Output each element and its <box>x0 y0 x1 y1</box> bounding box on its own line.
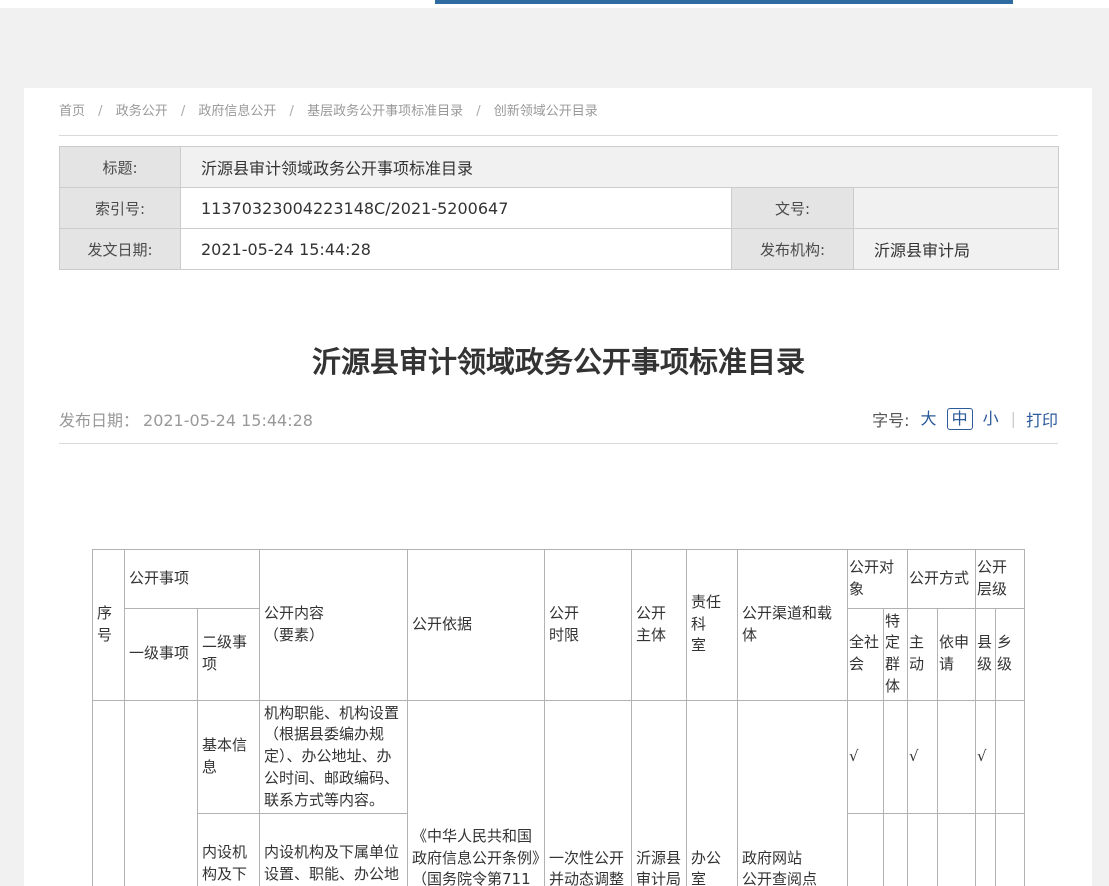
cell-check-township-level <box>996 700 1025 814</box>
header-whole-society: 全社 会 <box>847 608 883 700</box>
top-nav-bar-edge <box>435 0 1013 4</box>
meta-title-value: 沂源县审计领域政务公开事项标准目录 <box>181 147 1059 188</box>
cell-level2-matter: 基本信息 <box>197 700 259 814</box>
header-serial-number: 序 号 <box>92 549 124 700</box>
breadcrumb-divider <box>59 135 1058 136</box>
breadcrumb-item-chuangxinlingyu[interactable]: 创新领域公开目录 <box>494 104 598 119</box>
cell-public-channel: 政府网站 公开查阅点 <box>737 700 847 886</box>
header-upon-request: 依申 请 <box>938 608 976 700</box>
cell-check-proactive: √ <box>908 700 938 814</box>
breadcrumb-item-home[interactable]: 首页 <box>59 104 85 119</box>
header-specific-groups: 特定群体 <box>883 608 907 700</box>
breadcrumb-item-biaozhunmulu[interactable]: 基层政务公开事项标准目录 <box>307 104 463 119</box>
meta-row-date: 发文日期: 2021-05-24 15:44:28 发布机构: 沂源县审计局 <box>60 229 1059 270</box>
cell-level2-matter: 内设机构及下属事业单位信息 <box>197 814 259 886</box>
publish-row: 发布日期：2021-05-24 15:44:28 字号: 大 中 小 | 打印 <box>59 407 1058 431</box>
font-size-small-button[interactable]: 小 <box>983 409 999 429</box>
header-township-level: 乡 级 <box>996 608 1025 700</box>
publish-date: 发布日期：2021-05-24 15:44:28 <box>59 407 313 431</box>
meta-index-label: 索引号: <box>60 188 181 229</box>
publish-divider <box>59 443 1058 444</box>
cell-check-county-level: √ <box>976 700 996 814</box>
meta-docnum-value <box>854 188 1059 229</box>
cell-check-county-level: √ <box>976 814 996 886</box>
breadcrumb-item-xinxigongkai[interactable]: 政府信息公开 <box>198 104 276 119</box>
publish-date-label: 发布日期： <box>59 411 139 430</box>
header-public-content: 公开内容 （要素） <box>259 549 407 700</box>
header-public-channel: 公开渠道和载 体 <box>737 549 847 700</box>
content-card: 首页 / 政务公开 / 政府信息公开 / 基层政务公开事项标准目录 / 创新领域… <box>24 88 1092 886</box>
catalog-table: 序 号 公开事项 公开内容 （要素） 公开依据 公开 时限 公开 主体 责任科 … <box>92 549 1025 886</box>
header-public-method: 公开方式 <box>908 549 976 608</box>
header-public-subject: 公开 主体 <box>631 549 686 700</box>
font-size-medium-button[interactable]: 中 <box>947 408 973 430</box>
header-responsible-section: 责任科 室 <box>686 549 737 700</box>
catalog-header-row-1: 序 号 公开事项 公开内容 （要素） 公开依据 公开 时限 公开 主体 责任科 … <box>92 549 1024 608</box>
cell-check-whole-society: √ <box>847 700 883 814</box>
header-county-level: 县 级 <box>976 608 996 700</box>
catalog-data-row-1: 基本信息 机构职能、机构设置（根据县委编办规定）、办公地址、办公时间、邮政编码、… <box>92 700 1024 814</box>
meta-docnum-label: 文号: <box>732 188 854 229</box>
cell-serial-number <box>92 700 124 886</box>
cell-check-whole-society: √ <box>847 814 883 886</box>
breadcrumb-separator: / <box>181 104 185 119</box>
publish-date-value: 2021-05-24 15:44:28 <box>143 411 313 430</box>
meta-index-value: 11370323004223148C/2021-5200647 <box>181 188 732 229</box>
cell-check-upon-request <box>938 700 976 814</box>
meta-date-label: 发文日期: <box>60 229 181 270</box>
cell-public-subject: 沂源县 审计局 <box>631 700 686 886</box>
cell-check-township-level <box>996 814 1025 886</box>
breadcrumb-separator: / <box>290 104 294 119</box>
meta-row-title: 标题: 沂源县审计领域政务公开事项标准目录 <box>60 147 1059 188</box>
cell-public-basis: 《中华人民共和国政府信息公开条例》（国务院令第711号） <box>407 700 544 886</box>
breadcrumb-separator: / <box>476 104 480 119</box>
controls-separator: | <box>1011 409 1016 428</box>
cell-responsible-section: 办公室 <box>686 700 737 886</box>
meta-org-label: 发布机构: <box>732 229 854 270</box>
cell-public-content: 机构职能、机构设置（根据县委编办规定）、办公地址、办公时间、邮政编码、联系方式等… <box>259 700 407 814</box>
breadcrumb: 首页 / 政务公开 / 政府信息公开 / 基层政务公开事项标准目录 / 创新领域… <box>59 103 1058 121</box>
cell-public-time-limit: 一次性公开 并动态调整 <box>544 700 631 886</box>
meta-title-label: 标题: <box>60 147 181 188</box>
cell-public-content: 内设机构及下属单位设置、职能、办公地址、办公时间、联系方式、负责人姓名等信息。 <box>259 814 407 886</box>
document-meta-table: 标题: 沂源县审计领域政务公开事项标准目录 索引号: 1137032300422… <box>59 146 1059 270</box>
header-level2-matter: 二级事 项 <box>197 608 259 700</box>
breadcrumb-separator: / <box>98 104 102 119</box>
cell-level1-matter <box>124 700 197 886</box>
header-level1-matter: 一级事项 <box>124 608 197 700</box>
font-size-label: 字号: <box>872 407 909 431</box>
header-public-target: 公开对 象 <box>847 549 907 608</box>
print-button[interactable]: 打印 <box>1026 407 1058 431</box>
cell-check-proactive: √ <box>908 814 938 886</box>
header-proactive: 主 动 <box>908 608 938 700</box>
page-title: 沂源县审计领域政务公开事项标准目录 <box>59 342 1058 383</box>
cell-check-specific-groups <box>883 814 907 886</box>
page: 首页 / 政务公开 / 政府信息公开 / 基层政务公开事项标准目录 / 创新领域… <box>0 0 1109 886</box>
header-public-time-limit: 公开 时限 <box>544 549 631 700</box>
breadcrumb-item-zhengwugongkai[interactable]: 政务公开 <box>116 104 168 119</box>
meta-row-index: 索引号: 11370323004223148C/2021-5200647 文号: <box>60 188 1059 229</box>
header-public-level: 公开 层级 <box>976 549 1025 608</box>
header-public-basis: 公开依据 <box>407 549 544 700</box>
top-strip <box>0 0 1109 8</box>
meta-org-value: 沂源县审计局 <box>854 229 1059 270</box>
font-size-large-button[interactable]: 大 <box>921 409 937 429</box>
cell-check-upon-request <box>938 814 976 886</box>
header-public-matters: 公开事项 <box>124 549 259 608</box>
font-size-controls: 字号: 大 中 小 | 打印 <box>872 407 1058 431</box>
cell-check-specific-groups <box>883 700 907 814</box>
meta-date-value: 2021-05-24 15:44:28 <box>181 229 732 270</box>
